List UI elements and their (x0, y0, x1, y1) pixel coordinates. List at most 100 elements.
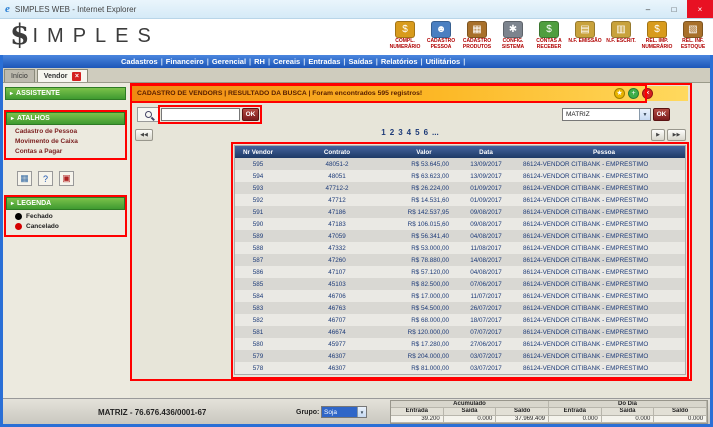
summary-value: 0.000 (549, 416, 602, 423)
cadastro-produtos-button[interactable]: ▦CADASTRO PRODUTOS (460, 21, 494, 51)
pagination-first-button[interactable]: ◀◀ (135, 129, 153, 141)
table-row[interactable]: 58545103R$ 82.500,0007/06/201786124-VEND… (235, 278, 685, 290)
table-cell: 47712 (281, 197, 393, 204)
toolbar-icon-label: N.F. ESCRIT. (606, 39, 635, 45)
pagination-next-button[interactable]: ▶ (651, 129, 665, 141)
page-number[interactable]: 3 (398, 128, 402, 137)
table-cell: 86124-VENDOR CITIBANK - EMPRÉSTIMO (517, 173, 685, 180)
star-icon[interactable]: ★ (614, 88, 625, 99)
search-input[interactable] (161, 108, 240, 121)
table-cell: R$ 14.531,60 (393, 197, 455, 204)
page-number[interactable]: 2 (390, 128, 394, 137)
menu-item-cereais[interactable]: Cereais (270, 57, 303, 66)
table-row[interactable]: 58146674R$ 120.000,0007/07/201786124-VEN… (235, 326, 685, 338)
table-row[interactable]: 58847332R$ 53.000,0011/08/201786124-VEND… (235, 242, 685, 254)
menu-item-rh[interactable]: RH (251, 57, 268, 66)
page-number[interactable]: 1 (381, 128, 385, 137)
chevron-right-icon: ▸ (10, 90, 13, 97)
rel-inf-estoque-button[interactable]: ▧REL. INF. ESTOQUE (676, 21, 710, 51)
table-row[interactable]: 58045977R$ 17.280,0027/06/201786124-VEND… (235, 338, 685, 350)
table-row[interactable]: 58346763R$ 54.500,0026/07/201786124-VEND… (235, 302, 685, 314)
menu-item-saidas[interactable]: Saídas (346, 57, 376, 66)
sidebar: ▸ ASSISTENTE ▸ ATALHOS Cadastro de Pesso… (3, 83, 130, 398)
grupo-select[interactable]: Soja ▼ (321, 406, 367, 418)
page-number[interactable]: 5 (415, 128, 419, 137)
close-icon[interactable]: × (642, 88, 653, 99)
table-row[interactable]: 57946307R$ 204.000,0003/07/201786124-VEN… (235, 350, 685, 362)
table-row[interactable]: 59147186R$ 142.537,9509/08/201786124-VEN… (235, 206, 685, 218)
contas-a-receber-button[interactable]: $CONTAS A RECEBER (532, 21, 566, 51)
status-bar: MATRIZ - 76.676.436/0001-67 Grupo: Soja … (0, 398, 713, 424)
table-cell: 86124-VENDOR CITIBANK - EMPRÉSTIMO (517, 269, 685, 276)
table-row[interactable]: 58947059R$ 56.341,4004/08/201786124-VEND… (235, 230, 685, 242)
pagination-last-button[interactable]: ▶▶ (667, 129, 686, 141)
tab-inicio[interactable]: Início (4, 69, 35, 82)
table-row[interactable]: 59247712R$ 14.531,6001/09/201786124-VEND… (235, 194, 685, 206)
toolbar-icon-label: N.F. EMISSÃO (568, 39, 601, 45)
branch-select-value: MATRIZ (563, 111, 639, 118)
table-cell: 45977 (281, 341, 393, 348)
table-cell: R$ 68.000,00 (393, 317, 455, 324)
grid-icon[interactable]: ▦ (17, 171, 32, 186)
table-cell: 587 (235, 257, 281, 264)
compl-numerario-button[interactable]: $COMPL. NUMERÁRIO (388, 21, 422, 51)
table-row[interactable]: 58446706R$ 17.000,0011/07/201786124-VEND… (235, 290, 685, 302)
tab-row: InícioVendor× (0, 68, 713, 83)
page-number[interactable]: 6 (424, 128, 428, 137)
table-cell: 86124-VENDOR CITIBANK - EMPRÉSTIMO (517, 353, 685, 360)
table-row[interactable]: 59548051-2R$ 53.645,0013/09/201786124-VE… (235, 158, 685, 170)
menu-item-entradas[interactable]: Entradas (305, 57, 343, 66)
atalhos-links: Cadastro de PessoaMovimento de CaixaCont… (6, 125, 125, 155)
table-cell: 46307 (281, 365, 393, 372)
menu-item-gerencial[interactable]: Gerencial (209, 57, 249, 66)
maximize-button[interactable]: □ (661, 0, 687, 18)
table-row[interactable]: 57846307R$ 81.000,0003/07/201786124-VEND… (235, 362, 685, 374)
summary-group-header: Acumulado (391, 401, 549, 408)
calendar-icon[interactable]: ▣ (59, 171, 74, 186)
table-cell: 03/07/2017 (455, 353, 517, 360)
table-cell: R$ 142.537,95 (393, 209, 455, 216)
table-row[interactable]: 58647107R$ 57.120,0004/08/201786124-VEND… (235, 266, 685, 278)
menu-item-relatorios[interactable]: Relatórios (378, 57, 421, 66)
sidebar-link-movimento-de-caixa[interactable]: Movimento de Caixa (6, 135, 125, 145)
search-ok-button[interactable]: OK (242, 108, 259, 121)
page-number[interactable]: 4 (407, 128, 411, 137)
table-cell: 582 (235, 317, 281, 324)
table-row[interactable]: 58246707R$ 68.000,0018/07/201786124-VEND… (235, 314, 685, 326)
table-row[interactable]: 59347712-2R$ 26.224,0001/09/201786124-VE… (235, 182, 685, 194)
table-row[interactable]: 58747260R$ 78.880,0014/08/201786124-VEND… (235, 254, 685, 266)
toolbar-icon-label: CONTAS A RECEBER (532, 39, 566, 51)
sidebar-link-contas-a-pagar[interactable]: Contas a Pagar (6, 145, 125, 155)
help-icon[interactable]: ? (38, 171, 53, 186)
search-button[interactable] (137, 107, 159, 122)
cadastro-pessoa-button[interactable]: ☻CADASTRO PESSOA (424, 21, 458, 51)
tab-vendor[interactable]: Vendor× (37, 69, 89, 82)
menu-item-cadastros[interactable]: Cadastros (118, 57, 161, 66)
rel-imp-numerario-button[interactable]: $REL. IMP. NUMERÁRIO (640, 21, 674, 51)
summary-group-row: AcumuladoDo Dia (391, 401, 707, 408)
branch-select[interactable]: MATRIZ ▼ (562, 108, 651, 121)
company-info: MATRIZ - 76.676.436/0001-67 (98, 408, 206, 417)
menu-item-financeiro[interactable]: Financeiro (163, 57, 207, 66)
main-panel: CADASTRO DE VENDORS | RESULTADO DA BUSCA… (130, 83, 710, 398)
table-cell: 86124-VENDOR CITIBANK - EMPRÉSTIMO (517, 341, 685, 348)
table-row[interactable]: 59448051R$ 63.623,0013/09/201786124-VEND… (235, 170, 685, 182)
config-sistema-button[interactable]: ✱CONFIG. SISTEMA (496, 21, 530, 51)
page-number[interactable]: ... (432, 128, 439, 137)
nf-escrituracao-button[interactable]: ▥N.F. ESCRIT. (604, 21, 638, 51)
minimize-button[interactable]: – (635, 0, 661, 18)
result-header-icons: ★+× (614, 88, 653, 99)
tab-close-icon[interactable]: × (72, 72, 81, 81)
atalhos-header[interactable]: ▸ ATALHOS (6, 112, 125, 125)
assistente-header[interactable]: ▸ ASSISTENTE (5, 87, 126, 100)
menu-item-utilitarios[interactable]: Utilitários (423, 57, 464, 66)
legenda-header[interactable]: ▸ LEGENDA (6, 197, 125, 210)
close-button[interactable]: × (687, 0, 713, 18)
add-icon[interactable]: + (628, 88, 639, 99)
branch-ok-button[interactable]: OK (653, 108, 670, 121)
nf-emissao-button[interactable]: ▤N.F. EMISSÃO (568, 21, 602, 51)
chevron-down-icon: ▼ (639, 109, 650, 120)
sidebar-link-cadastro-de-pessoa[interactable]: Cadastro de Pessoa (6, 125, 125, 135)
table-cell: 11/07/2017 (455, 293, 517, 300)
table-row[interactable]: 59047183R$ 106.015,6009/08/201786124-VEN… (235, 218, 685, 230)
